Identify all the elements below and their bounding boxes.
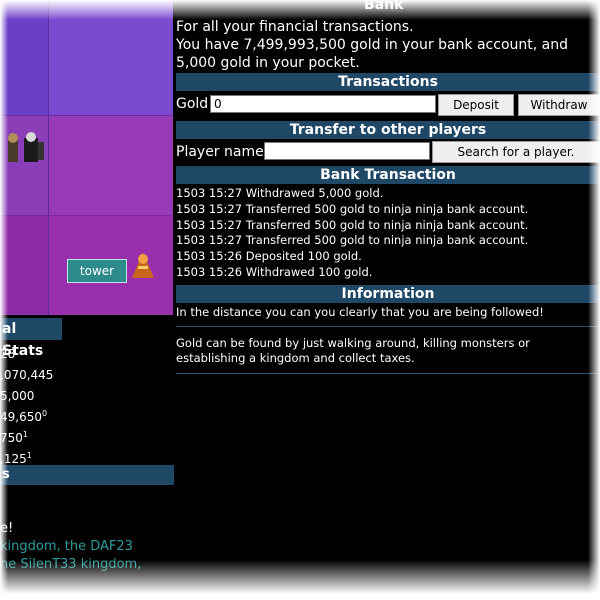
log-entry: 1503 15:27 Transferred 500 gold to ninja… [176, 233, 529, 248]
search-player-button[interactable]: Search for a player. [432, 141, 600, 163]
stat-value: 49,6500 [0, 409, 48, 424]
transactions-header: Transactions [176, 73, 600, 91]
map-tile[interactable] [0, 215, 48, 315]
gold-label: Gold [176, 96, 209, 112]
bank-panel: Bank For all your financial transactions… [174, 0, 600, 600]
log-entry: 1503 15:27 Transferred 500 gold to ninja… [176, 201, 529, 216]
map-tile[interactable] [48, 0, 173, 115]
news-item: e! [0, 521, 14, 536]
log-entry: 1503 15:26 Deposited 100 gold. [176, 249, 362, 264]
withdraw-button[interactable]: Withdraw [518, 94, 600, 116]
tip-line: Gold can be found by just walking around… [176, 336, 530, 350]
bank-intro: For all your financial transactions. You… [176, 18, 596, 72]
information-tip: Gold can be found by just walking around… [176, 336, 596, 366]
intro-line: For all your financial transactions. [176, 19, 414, 35]
log-entry: 1503 15:26 Withdrawed 100 gold. [176, 264, 373, 279]
gold-amount-input[interactable] [210, 95, 436, 113]
intro-line: 5,000 gold in your pocket. [176, 55, 360, 71]
tip-line: establishing a kingdom and collect taxes… [176, 351, 415, 365]
player-characters-icon[interactable] [4, 130, 48, 166]
deposit-button[interactable]: Deposit [438, 94, 514, 116]
player-name-input[interactable] [264, 142, 430, 160]
monk-character-icon[interactable] [128, 250, 158, 280]
log-entry: 1503 15:27 Transferred 500 gold to ninja… [176, 217, 529, 232]
map-tile[interactable] [0, 0, 48, 115]
news-item[interactable]: he SilenT33 kingdom, [0, 556, 141, 574]
information-message: In the distance you can you clearly that… [176, 305, 544, 319]
stat-value: 28 [0, 347, 16, 361]
information-header: Information [176, 285, 600, 303]
tile-grid-line [48, 0, 49, 315]
log-entry: 1503 15:27 Withdrawed 5,000 gold. [176, 186, 384, 200]
news-item[interactable]: kingdom, the DAF23 [0, 538, 141, 556]
divider [176, 373, 600, 374]
map-tile[interactable] [48, 115, 173, 215]
divider [176, 326, 600, 327]
tile-grid-line [0, 215, 173, 216]
news-list: e! kingdom, the DAF23 he SilenT33 kingdo… [0, 520, 141, 574]
tile-grid-line [0, 115, 173, 116]
transaction-log: 1503 15:27 Withdrawed 5,000 gold. 1503 1… [176, 186, 528, 281]
player-name-label: Player name [176, 144, 264, 160]
left-panel: tower al Stats 28 ,070,445 5,000 49,6500… [0, 0, 175, 600]
stat-value: ,070,445 [0, 368, 54, 382]
stats-header: al Stats [0, 318, 62, 359]
stats-list: 28 ,070,445 5,000 49,6500 7501 ,1251 [0, 342, 53, 468]
bank-transaction-header: Bank Transaction [176, 166, 600, 184]
section-header: s [0, 465, 175, 485]
transfer-header: Transfer to other players [176, 121, 600, 139]
tower-label[interactable]: tower [67, 259, 127, 283]
intro-line: You have 7,499,993,500 gold in your bank… [176, 37, 568, 53]
game-window: tower al Stats 28 ,070,445 5,000 49,6500… [0, 0, 600, 600]
page-title: Bank [364, 0, 404, 13]
stat-value: 7501 [0, 430, 28, 445]
stat-value: 5,000 [0, 389, 35, 403]
